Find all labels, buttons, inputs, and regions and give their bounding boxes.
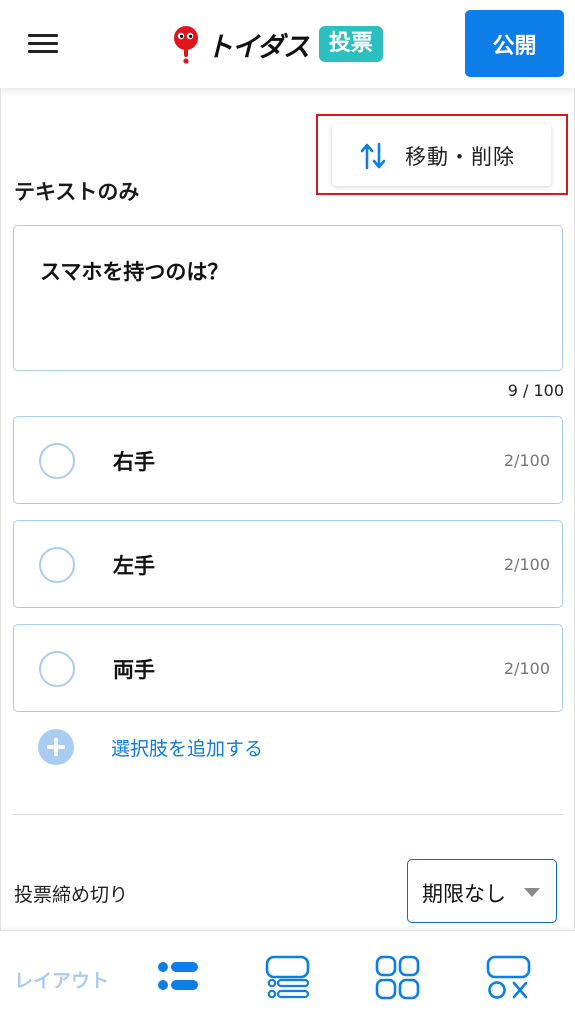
question-char-counter: 9 / 100: [507, 381, 564, 400]
deadline-label: 投票締め切り: [14, 884, 129, 906]
option-char-counter: 2/100: [503, 659, 550, 678]
grid-layout-icon[interactable]: [375, 955, 421, 1001]
radio-circle-icon: [39, 651, 75, 687]
option-label: 左手: [113, 554, 155, 578]
move-delete-button[interactable]: 移動・削除: [332, 124, 551, 186]
logo-text: トイダス: [206, 31, 310, 63]
plus-circle-icon: [38, 729, 74, 765]
option-input-1[interactable]: 右手 2/100: [13, 416, 563, 504]
layout-label: レイアウト: [14, 970, 110, 992]
add-option-label: 選択肢を追加する: [111, 737, 264, 760]
layout-bottom-bar: レイアウト: [0, 930, 575, 1024]
radio-circle-icon: [39, 547, 75, 583]
left-frame-line: [0, 88, 1, 930]
option-char-counter: 2/100: [503, 451, 550, 470]
hamburger-menu-icon[interactable]: [28, 34, 58, 54]
mixed-layout-icon[interactable]: [486, 955, 532, 1001]
deadline-selected-value: 期限なし: [422, 882, 506, 906]
deadline-select[interactable]: 期限なし: [407, 859, 557, 923]
logo-vote-badge: 投票: [318, 26, 383, 62]
app-logo[interactable]: トイダス 投票: [172, 24, 383, 64]
stacked-layout-icon[interactable]: [265, 955, 311, 1001]
chevron-down-icon: [524, 888, 540, 897]
question-input[interactable]: スマホを持つのは？: [13, 225, 563, 371]
section-title: テキストのみ: [14, 180, 140, 204]
page-background: [0, 88, 575, 930]
section-divider: [13, 814, 563, 815]
move-delete-label: 移動・削除: [405, 145, 515, 169]
option-label: 両手: [113, 658, 155, 682]
app-header: トイダス 投票 公開: [0, 0, 575, 88]
option-input-2[interactable]: 左手 2/100: [13, 520, 563, 608]
radio-circle-icon: [39, 443, 75, 479]
sort-arrows-icon: [360, 142, 386, 170]
publish-button[interactable]: 公開: [465, 10, 564, 77]
option-label: 右手: [113, 450, 155, 474]
list-layout-icon[interactable]: [155, 955, 201, 1001]
option-char-counter: 2/100: [503, 555, 550, 574]
logo-mascot-icon: [172, 25, 202, 64]
add-option-button[interactable]: 選択肢を追加する: [38, 729, 263, 765]
move-delete-highlight: 移動・削除: [316, 114, 568, 195]
question-text: スマホを持つのは？: [40, 260, 229, 284]
option-input-3[interactable]: 両手 2/100: [13, 624, 563, 712]
